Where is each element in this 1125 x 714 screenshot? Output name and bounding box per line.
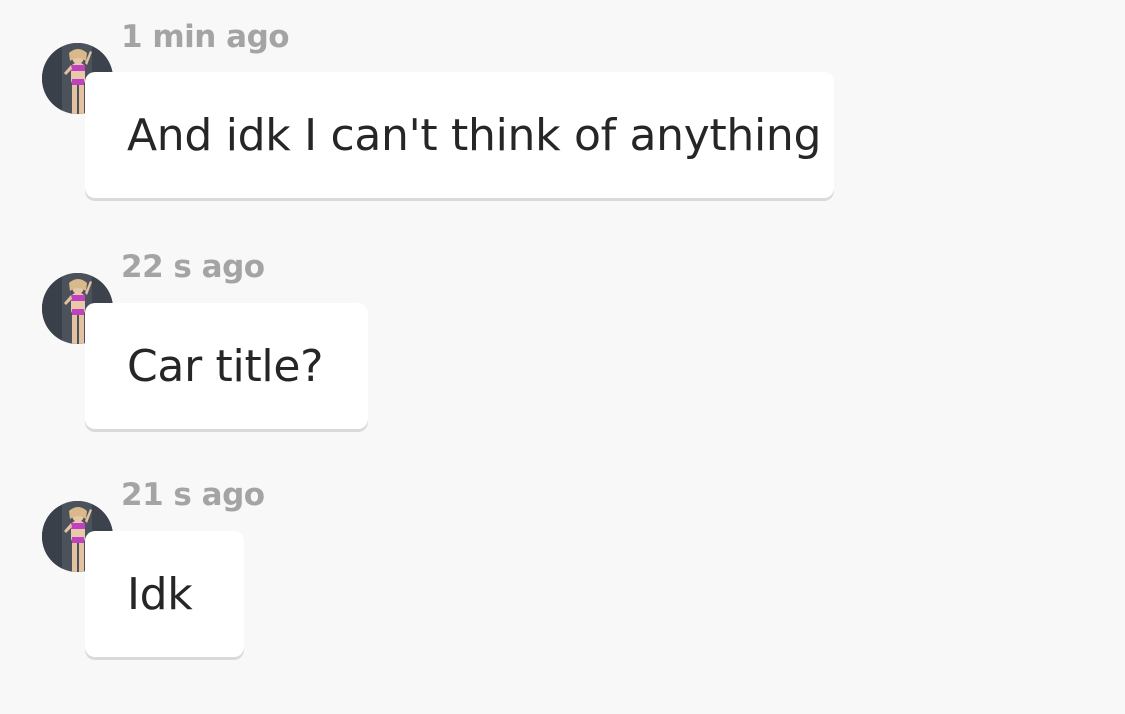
message-timestamp: 22 s ago	[121, 249, 265, 285]
message-text: And idk I can't think of anything	[127, 109, 822, 161]
message-timestamp: 21 s ago	[121, 477, 265, 513]
message-bubble[interactable]: Car title?	[85, 303, 368, 429]
message-bubble[interactable]: And idk I can't think of anything	[85, 72, 834, 198]
message-timestamp: 1 min ago	[121, 19, 290, 55]
message-text: Idk	[127, 568, 193, 620]
message-text: Car title?	[127, 340, 324, 392]
message-bubble[interactable]: Idk	[85, 531, 244, 657]
chat-thread: 1 min ago And idk I can't think of anyth…	[0, 0, 1125, 714]
